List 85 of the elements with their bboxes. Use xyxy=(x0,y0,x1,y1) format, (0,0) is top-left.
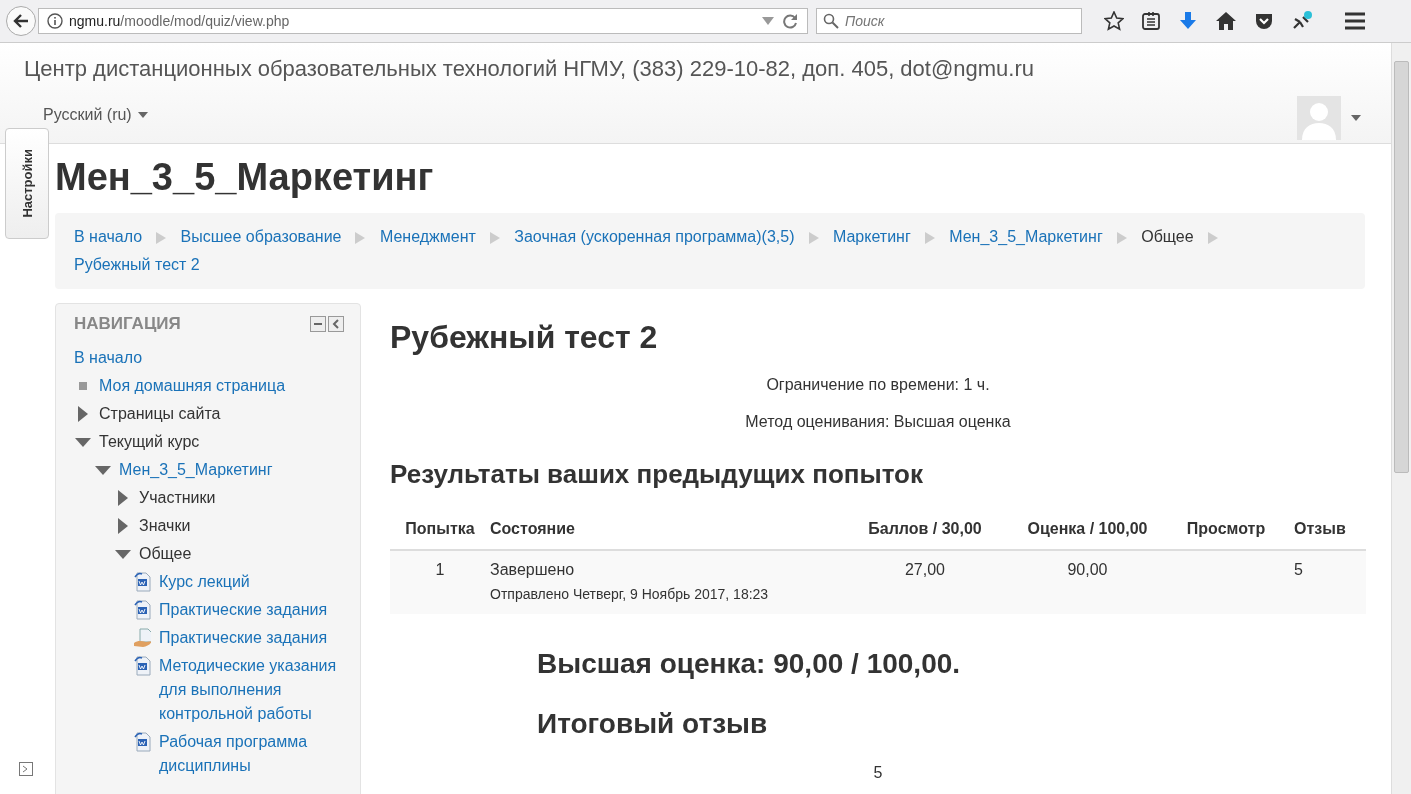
back-arrow-icon xyxy=(13,14,29,28)
nav-item[interactable]: Значки xyxy=(139,514,191,538)
nav-link[interactable]: Курс лекций xyxy=(159,570,250,594)
separator-icon xyxy=(1116,231,1127,244)
table-cell-text: 5 xyxy=(1293,561,1304,580)
nav-link[interactable]: Методические указания для выполнения контрольной работы xyxy=(159,654,350,726)
column-header: Баллов / 30,00 xyxy=(867,520,983,538)
document-icon xyxy=(134,572,151,592)
language-menu[interactable]: Русский (ru) xyxy=(43,106,148,124)
caret-right-icon[interactable] xyxy=(117,490,128,506)
document-icon xyxy=(134,600,151,620)
page-title: Мен_3_5_Маркетинг xyxy=(55,156,435,199)
nav-item[interactable]: Страницы сайта xyxy=(99,402,221,426)
search-icon xyxy=(823,13,839,29)
caret-down-icon[interactable] xyxy=(114,549,131,559)
bullet-icon xyxy=(78,382,87,390)
table-cell-text: 90,00 xyxy=(1066,561,1109,580)
url-text: ngmu.ru/moodle/mod/quiz/view.php xyxy=(69,13,291,29)
separator-icon xyxy=(355,231,366,244)
breadcrumb-link[interactable]: Маркетинг xyxy=(832,228,911,245)
separator-icon xyxy=(489,231,500,244)
document-icon xyxy=(134,656,151,676)
breadcrumb-item: Общее xyxy=(1141,228,1194,245)
section-heading: Результаты ваших предыдущих попыток xyxy=(390,459,924,490)
separator-icon xyxy=(156,231,167,244)
breadcrumb-link[interactable]: Рубежный тест 2 xyxy=(74,256,200,273)
pocket-icon[interactable] xyxy=(1254,11,1274,31)
star-icon[interactable] xyxy=(1104,11,1124,31)
caret-right-icon[interactable] xyxy=(77,406,88,422)
home-icon[interactable] xyxy=(1215,11,1237,31)
table-cell-text: 27,00 xyxy=(903,561,946,580)
breadcrumb-link[interactable]: Заочная (ускоренная программа)(3,5) xyxy=(514,228,795,245)
nav-item[interactable]: Участники xyxy=(139,486,216,510)
info-icon xyxy=(47,13,63,29)
nav-link[interactable]: Мен_3_5_Маркетинг xyxy=(119,458,273,482)
scrollbar[interactable] xyxy=(1391,43,1411,794)
nav-item[interactable]: Текущий курс xyxy=(99,430,200,454)
separator-icon xyxy=(808,231,819,244)
reading-list-icon[interactable] xyxy=(1141,11,1161,31)
address-bar[interactable]: ngmu.ru/moodle/mod/quiz/view.php xyxy=(38,8,808,34)
settings-tab[interactable]: Настройки xyxy=(5,128,49,239)
nav-link[interactable]: Моя домашняя страница xyxy=(99,374,286,398)
menu-icon[interactable] xyxy=(1344,12,1366,30)
column-header: Просмотр xyxy=(1185,520,1267,538)
nav-item[interactable]: Общее xyxy=(139,542,192,566)
breadcrumb-link[interactable]: В начало xyxy=(74,228,143,245)
column-header: Попытка xyxy=(404,520,476,538)
nav-link[interactable]: В начало xyxy=(74,346,143,370)
download-icon[interactable] xyxy=(1178,11,1198,31)
separator-icon xyxy=(924,231,935,244)
back-button[interactable] xyxy=(6,6,36,36)
quiz-info: Ограничение по времени: 1 ч. xyxy=(765,376,991,394)
table-cell-text: 1 xyxy=(434,561,446,580)
nav-link[interactable]: Практические задания xyxy=(159,626,328,650)
column-header: Отзыв xyxy=(1293,520,1347,538)
caret-down-icon[interactable] xyxy=(74,437,91,447)
section-heading: Итоговый отзыв xyxy=(537,708,769,740)
quiz-title: Рубежный тест 2 xyxy=(390,319,659,356)
reload-icon[interactable] xyxy=(781,13,799,29)
minimize-icon[interactable] xyxy=(310,316,326,332)
separator-icon xyxy=(1207,231,1218,244)
site-title[interactable]: Центр дистанционных образовательных технологий НГМУ, (383) 229-10-82, доп. 405, dot@ngmu.ru xyxy=(24,43,1034,82)
breadcrumb-link[interactable]: Менеджмент xyxy=(379,228,476,245)
nav-link[interactable]: Практические задания xyxy=(159,598,328,622)
breadcrumb-link[interactable]: Мен_3_5_Маркетинг xyxy=(949,228,1103,245)
document-icon xyxy=(134,732,151,752)
caret-right-icon[interactable] xyxy=(117,518,128,534)
caret-down-icon[interactable] xyxy=(1351,115,1361,121)
caret-down-icon xyxy=(137,112,148,118)
block-title: НАВИГАЦИЯ xyxy=(74,314,181,334)
column-header: Состояние xyxy=(490,520,576,538)
hand-document-icon xyxy=(134,628,151,648)
breadcrumb-link[interactable]: Высшее образование xyxy=(180,228,342,245)
feedback-text: 5 xyxy=(872,764,884,782)
dock-icon[interactable] xyxy=(19,762,33,776)
search-field[interactable]: Поиск xyxy=(816,8,1082,34)
best-grade: Высшая оценка: 90,00 / 100,00. xyxy=(537,648,962,680)
quiz-info: Метод оценивания: Высшая оценка xyxy=(744,413,1012,431)
dock-icon[interactable] xyxy=(328,316,344,332)
column-header: Оценка / 100,00 xyxy=(1026,520,1149,538)
table-cell: Завершено xyxy=(490,561,575,578)
submitted-text: Отправлено Четверг, 9 Ноябрь 2017, 18:23 xyxy=(490,586,770,602)
dropdown-icon[interactable] xyxy=(761,16,775,26)
nav-link[interactable]: Рабочая программа дисциплины xyxy=(159,730,350,778)
caret-down-icon[interactable] xyxy=(94,465,111,475)
